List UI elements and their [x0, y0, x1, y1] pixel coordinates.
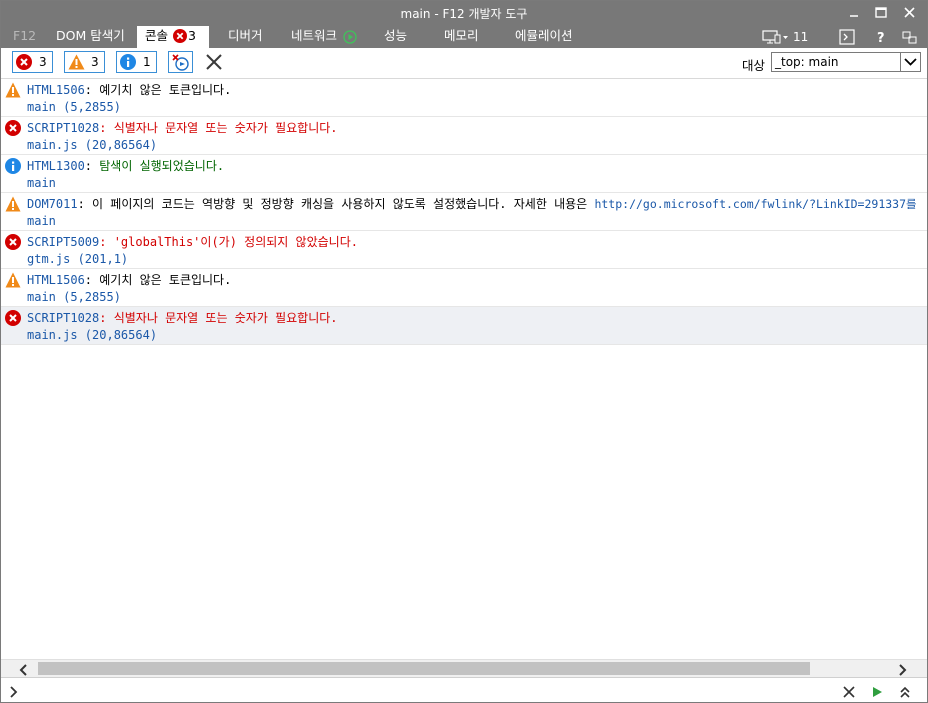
message-source-link[interactable]: main [27, 176, 56, 190]
clear-input-icon[interactable] [842, 684, 856, 698]
message-source-link[interactable]: main.js (20,86564) [27, 328, 157, 342]
console-panel-icon[interactable] [839, 29, 855, 45]
expand-multiline-icon[interactable] [898, 684, 912, 698]
console-message[interactable]: SCRIPT1028: 식별자나 문자열 또는 숫자가 필요합니다. main.… [1, 117, 927, 155]
dock-undock-icon[interactable] [901, 29, 919, 45]
prompt-chevron-icon [7, 684, 21, 698]
message-code[interactable]: HTML1506 [27, 273, 85, 287]
console-message-selected[interactable]: SCRIPT1028: 식별자나 문자열 또는 숫자가 필요합니다. main.… [1, 307, 927, 345]
message-code[interactable]: HTML1506 [27, 83, 85, 97]
clear-console-icon[interactable] [205, 53, 223, 71]
warning-icon [5, 196, 21, 212]
target-select[interactable]: _top: main [771, 52, 921, 72]
message-source-link[interactable]: main (5,2855) [27, 290, 121, 304]
message-help-link[interactable]: http://go.microsoft.com/fwlink/?LinkID=2… [594, 197, 916, 211]
error-icon [5, 120, 21, 136]
warning-icon [68, 54, 85, 70]
devtools-window: main - F12 개발자 도구 F12 DOM 탐색기 콘솔 3 디버거 네… [0, 0, 928, 703]
svg-text:?: ? [877, 31, 885, 45]
tab-dom-explorer[interactable]: DOM 탐색기 [56, 26, 125, 48]
tab-debugger[interactable]: 디버거 [228, 26, 263, 48]
message-text: 식별자나 문자열 또는 숫자가 필요합니다. [113, 121, 338, 135]
message-source-link[interactable]: main (5,2855) [27, 100, 121, 114]
message-text: 이 페이지의 코드는 역방향 및 정방향 캐싱을 사용하지 않도록 설정했습니다… [92, 197, 588, 211]
target-select-value: _top: main [775, 55, 839, 69]
tab-console-badge: 3 [188, 28, 196, 43]
help-icon[interactable]: ? [873, 29, 889, 46]
emulation-count: 11 [793, 30, 809, 44]
info-count: 1 [143, 55, 151, 69]
title-bar: main - F12 개발자 도구 [1, 1, 927, 26]
run-icon[interactable] [870, 684, 884, 698]
console-input-bar[interactable] [1, 677, 927, 702]
clear-on-navigate-button[interactable] [168, 51, 193, 73]
console-message[interactable]: HTML1506: 예기치 않은 토큰입니다. main (5,2855) [1, 269, 927, 307]
message-code[interactable]: SCRIPT1028 [27, 121, 99, 135]
info-icon [5, 158, 21, 174]
scrollbar-thumb[interactable] [38, 662, 810, 675]
window-title: main - F12 개발자 도구 [400, 7, 528, 21]
message-text: 탐색이 실행되었습니다. [99, 159, 225, 173]
message-text: 'globalThis'이(가) 정의되지 않았습니다. [113, 235, 358, 249]
info-icon [120, 54, 136, 70]
tab-console-label: 콘솔 [145, 28, 169, 43]
scroll-right-icon[interactable] [895, 662, 909, 676]
warning-count: 3 [91, 55, 99, 69]
console-output: HTML1506: 예기치 않은 토큰입니다. main (5,2855) SC… [1, 79, 927, 659]
tab-f12[interactable]: F12 [13, 26, 36, 48]
warning-icon [5, 272, 21, 288]
target-label: 대상 [742, 58, 766, 73]
clear-on-navigate-icon [172, 54, 189, 71]
close-window-icon[interactable] [900, 4, 920, 22]
chevron-down-icon[interactable] [900, 53, 920, 71]
scroll-left-icon[interactable] [17, 662, 31, 676]
tab-memory[interactable]: 메모리 [444, 26, 479, 48]
error-filter-button[interactable]: 3 [12, 51, 53, 73]
message-source-link[interactable]: main [27, 214, 56, 228]
horizontal-scrollbar[interactable] [1, 659, 927, 677]
tab-emulation[interactable]: 에뮬레이션 [515, 26, 573, 48]
console-toolbar: 3 3 1 대상 _top: main [1, 48, 927, 79]
tab-network[interactable]: 네트워크 [291, 26, 357, 48]
message-text: 예기치 않은 토큰입니다. [99, 83, 232, 97]
message-text: 예기치 않은 토큰입니다. [99, 273, 232, 287]
tab-network-label: 네트워크 [291, 28, 338, 43]
error-icon [16, 54, 32, 70]
message-code[interactable]: SCRIPT5009 [27, 235, 99, 249]
tab-console[interactable]: 콘솔 3 [137, 26, 209, 48]
message-source-link[interactable]: gtm.js (201,1) [27, 252, 128, 266]
recording-play-icon [343, 29, 357, 44]
tab-performance[interactable]: 성능 [384, 26, 407, 48]
emulation-device-selector[interactable]: 11 [762, 29, 822, 45]
maximize-icon[interactable] [871, 4, 891, 22]
console-message[interactable]: SCRIPT5009: 'globalThis'이(가) 정의되지 않았습니다.… [1, 231, 927, 269]
info-filter-button[interactable]: 1 [116, 51, 157, 73]
monitor-icon [762, 30, 788, 44]
minimize-icon[interactable] [844, 4, 864, 22]
error-icon [5, 234, 21, 250]
error-count: 3 [39, 55, 47, 69]
message-source-link[interactable]: main.js (20,86564) [27, 138, 157, 152]
message-code[interactable]: DOM7011 [27, 197, 78, 211]
message-code[interactable]: SCRIPT1028 [27, 311, 99, 325]
tab-bar: F12 DOM 탐색기 콘솔 3 디버거 네트워크 성능 메모리 에뮬레이션 1… [1, 26, 927, 48]
warning-icon [5, 82, 21, 98]
error-badge-icon [173, 29, 187, 43]
warning-filter-button[interactable]: 3 [64, 51, 105, 73]
message-code[interactable]: HTML1300 [27, 159, 85, 173]
message-text: 식별자나 문자열 또는 숫자가 필요합니다. [113, 311, 338, 325]
console-message[interactable]: DOM7011: 이 페이지의 코드는 역방향 및 정방향 캐싱을 사용하지 않… [1, 193, 927, 231]
console-message[interactable]: HTML1506: 예기치 않은 토큰입니다. main (5,2855) [1, 79, 927, 117]
error-icon [5, 310, 21, 326]
console-message[interactable]: HTML1300: 탐색이 실행되었습니다. main [1, 155, 927, 193]
